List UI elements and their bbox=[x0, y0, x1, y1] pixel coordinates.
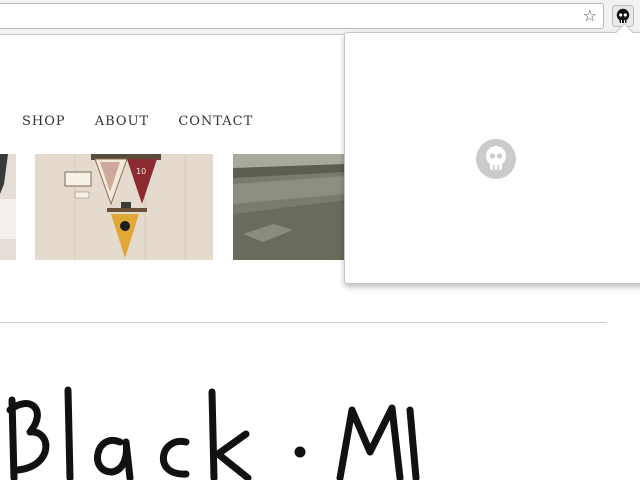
svg-text:10: 10 bbox=[136, 167, 146, 176]
browser-toolbar: ☆ bbox=[0, 0, 640, 35]
partial-photo[interactable] bbox=[0, 154, 16, 260]
lake-photo[interactable] bbox=[233, 154, 345, 260]
section-divider bbox=[0, 322, 607, 323]
nav-about-link[interactable]: ABOUT bbox=[95, 114, 149, 129]
address-bar[interactable]: ☆ bbox=[0, 3, 604, 29]
nav-contact-link[interactable]: CONTACT bbox=[178, 114, 253, 129]
star-icon[interactable]: ☆ bbox=[583, 6, 597, 26]
skull-icon bbox=[616, 8, 630, 23]
handwritten-title-image bbox=[0, 380, 440, 484]
site-nav: SHOP ABOUT CONTACT bbox=[22, 110, 277, 129]
skull-icon bbox=[476, 139, 516, 179]
extension-popup bbox=[344, 23, 640, 284]
nav-shop-link[interactable]: SHOP bbox=[22, 114, 66, 129]
pennants-photo[interactable]: 10 bbox=[35, 154, 213, 260]
popup-skull-logo bbox=[476, 139, 516, 183]
